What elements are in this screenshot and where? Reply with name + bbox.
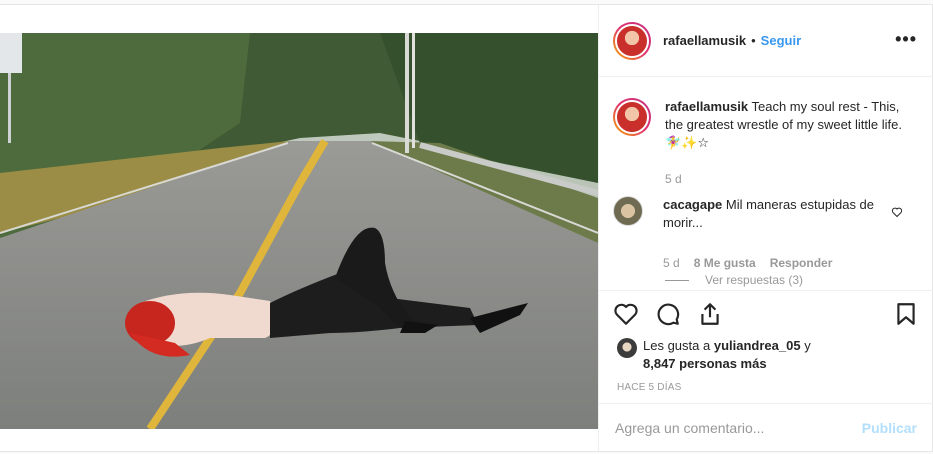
actions-section: Les gusta a yuliandrea_05 y 8,847 person… — [599, 290, 933, 400]
comment-likes[interactable]: 8 Me gusta — [694, 254, 756, 272]
view-replies-label: Ver respuestas (3) — [705, 273, 804, 287]
separator-dot: • — [751, 33, 756, 48]
likes-and: y — [804, 338, 811, 353]
caption-comment: rafaellamusik Teach my soul rest - This,… — [613, 98, 905, 188]
author-avatar[interactable] — [613, 21, 651, 60]
post-timestamp[interactable]: HACE 5 DÍAS — [617, 382, 681, 393]
add-comment-bar: Publicar — [599, 403, 933, 451]
reply-button[interactable]: Responder — [770, 254, 833, 272]
liker-username[interactable]: yuliandrea_05 — [714, 338, 801, 353]
heart-icon[interactable] — [613, 301, 639, 327]
post-container: rafaellamusik • Seguir ••• rafaellamusik… — [0, 4, 933, 452]
bookmark-icon[interactable] — [893, 301, 919, 327]
commenter-avatar[interactable] — [613, 196, 643, 226]
replies-line — [665, 279, 689, 281]
liker-avatar[interactable] — [617, 338, 637, 358]
commenter-username[interactable]: cacagape — [663, 197, 722, 212]
share-icon[interactable] — [697, 301, 723, 327]
comment-item: cacagape Mil maneras estupidas de morir.… — [613, 196, 878, 272]
publish-button[interactable]: Publicar — [862, 420, 917, 436]
likes-summary: Les gusta a yuliandrea_05 y 8,847 person… — [617, 337, 843, 373]
comment-time[interactable]: 5 d — [663, 254, 680, 272]
author-username[interactable]: rafaellamusik — [663, 33, 746, 48]
post-photo[interactable] — [0, 33, 598, 429]
post-header: rafaellamusik • Seguir ••• — [599, 5, 933, 77]
view-replies-button[interactable]: Ver respuestas (3) — [665, 273, 803, 287]
comment-input[interactable] — [615, 419, 862, 436]
comment-like-icon[interactable] — [891, 206, 903, 218]
photo-image — [0, 33, 598, 429]
comment-icon[interactable] — [655, 301, 681, 327]
comments-section: rafaellamusik Teach my soul rest - This,… — [599, 78, 933, 290]
post-sidebar: rafaellamusik • Seguir ••• rafaellamusik… — [598, 5, 933, 451]
follow-button[interactable]: Seguir — [761, 33, 801, 48]
caption-time[interactable]: 5 d — [665, 170, 682, 188]
likes-prefix: Les gusta a — [643, 338, 711, 353]
caption-avatar[interactable] — [613, 98, 651, 136]
caption-username[interactable]: rafaellamusik — [665, 99, 748, 114]
likes-count[interactable]: 8,847 personas más — [643, 356, 767, 371]
ellipsis-icon[interactable]: ••• — [895, 29, 917, 50]
